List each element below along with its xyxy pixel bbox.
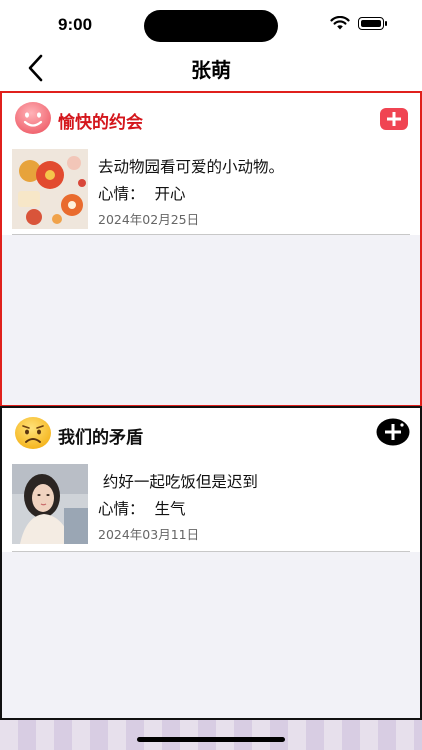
smiley-face-icon bbox=[15, 102, 51, 134]
entry-title: 去动物园看可爱的小动物。 bbox=[98, 158, 285, 176]
dynamic-island bbox=[144, 10, 278, 42]
navigation-bar: 张萌 bbox=[0, 46, 422, 90]
entry-date: 2024年03月11日 bbox=[98, 527, 200, 542]
battery-icon bbox=[358, 17, 387, 30]
status-time: 9:00 bbox=[58, 15, 93, 34]
status-bar: 9:00 bbox=[0, 0, 422, 50]
home-indicator[interactable] bbox=[137, 737, 285, 742]
entry-photo bbox=[12, 149, 88, 229]
wifi-icon bbox=[330, 16, 350, 30]
category-panel-conflict: 我们的矛盾 约好一起吃饭但是迟到 心情： 生气 2024年03月11日 bbox=[0, 406, 422, 720]
add-entry-button[interactable] bbox=[376, 418, 410, 446]
bottom-background bbox=[0, 720, 422, 750]
list-item[interactable]: 约好一起吃饭但是迟到 心情： 生气 2024年03月11日 bbox=[2, 460, 420, 552]
mood-value: 生气 bbox=[154, 500, 186, 518]
panel-header: 愉快的约会 bbox=[2, 93, 420, 145]
entry-mood: 心情： 生气 bbox=[98, 497, 186, 519]
divider bbox=[12, 551, 410, 552]
list-item[interactable]: 去动物园看可爱的小动物。 心情： 开心 2024年02月25日 bbox=[2, 145, 420, 235]
panel-title: 愉快的约会 bbox=[58, 113, 143, 133]
entry-photo bbox=[12, 464, 88, 544]
entry-mood: 心情： 开心 bbox=[98, 182, 186, 204]
divider bbox=[12, 234, 410, 235]
panel-header: 我们的矛盾 bbox=[2, 408, 420, 460]
mood-value: 开心 bbox=[154, 185, 186, 203]
mood-label: 心情： bbox=[98, 185, 145, 203]
panel-title: 我们的矛盾 bbox=[58, 428, 143, 448]
entry-date: 2024年02月25日 bbox=[98, 212, 200, 227]
add-entry-button[interactable] bbox=[380, 108, 408, 130]
entry-title: 约好一起吃饭但是迟到 bbox=[98, 473, 258, 491]
sad-face-icon bbox=[15, 417, 51, 449]
category-panel-happy: 愉快的约会 去动物园看可爱的小动物。 心情： 开心 2024年02月25日 bbox=[0, 91, 422, 407]
mood-label: 心情： bbox=[98, 500, 145, 518]
page-title: 张萌 bbox=[191, 58, 231, 82]
